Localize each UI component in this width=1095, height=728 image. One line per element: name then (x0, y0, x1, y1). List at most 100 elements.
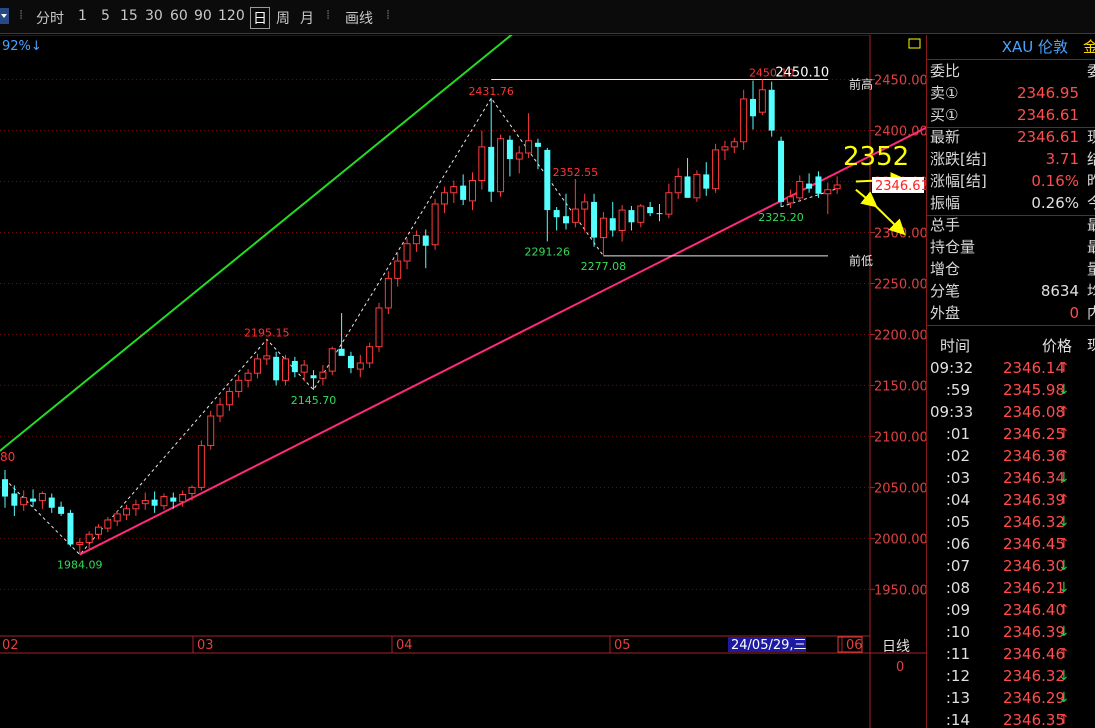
symbol-title: XAU 伦敦 (1001, 38, 1068, 56)
quote-row-value: 0.26% (1031, 194, 1079, 212)
tick-time: :10 (945, 623, 970, 641)
quote-row-ext: 昨 (1087, 170, 1095, 192)
candle-body-up (225, 391, 233, 406)
tick-price: 2346.14 (1002, 359, 1065, 377)
period-button-30min[interactable]: 30 (145, 8, 163, 24)
tick-up-arrow-icon: ↑ (1058, 602, 1070, 618)
chart-background (0, 35, 926, 728)
quote-row-value: 2346.61 (1016, 128, 1079, 146)
period-button-intraday[interactable]: 分时 (36, 8, 64, 28)
tick-price: 2346.36 (1002, 447, 1065, 465)
quote-row: 涨跌[结] 3.71 结 (927, 148, 1095, 170)
candle-body-up (244, 372, 252, 381)
tick-time: :04 (945, 491, 970, 509)
quote-row-label: 涨跌[结] (930, 150, 987, 168)
candle-body-down (310, 375, 317, 379)
y-tick-label: 2450.00 (874, 74, 926, 89)
period-button-day[interactable]: 日 (250, 7, 270, 29)
candle-body-up (824, 189, 832, 195)
tick-time: :59 (945, 381, 970, 399)
quote-row-ext: 均 (1087, 280, 1095, 302)
candle-body-up (581, 201, 589, 210)
period-button-15min[interactable]: 15 (120, 8, 138, 24)
candle-body-up (665, 192, 673, 215)
quote-row-label: 涨幅[结] (930, 172, 987, 190)
candle-body-up (375, 307, 383, 348)
quote-row: 振幅 0.26% 今 (927, 192, 1095, 214)
x-tick-label: 05 (614, 638, 631, 653)
ticks-header: 时间 价格现 (927, 335, 1095, 357)
period-button-120min[interactable]: 120 (218, 8, 245, 24)
candle-body-up (95, 526, 102, 535)
x-tick-label: 06 (846, 638, 863, 653)
candle-body-down (488, 146, 495, 192)
period-button-month[interactable]: 月 (300, 8, 314, 28)
candle-body-up (571, 208, 579, 223)
y-tick-label: 2100.00 (874, 430, 926, 445)
quote-row-ext: 量 (1087, 258, 1095, 280)
candle-body-down (656, 213, 663, 215)
price-label: 2325.20 (758, 211, 804, 224)
tick-price: 2346.29 (1002, 689, 1065, 707)
tick-price: 2346.30 (1002, 557, 1065, 575)
quote-row-label: 外盘 (930, 304, 961, 322)
period-button-1min[interactable]: 1 (78, 8, 87, 24)
y-tick-label: 2050.00 (874, 481, 926, 496)
tick-row: :08 2346.21 ↓ (927, 577, 1095, 599)
candle-body-up (104, 519, 112, 529)
period-button-week[interactable]: 周 (276, 8, 290, 28)
quote-row: 委比 委 (927, 60, 1095, 82)
tick-price: 2346.32 (1002, 667, 1065, 685)
candle-body-down (563, 216, 569, 224)
candle-body-down (460, 185, 467, 200)
toolbar-separator: ⁞ (326, 8, 331, 23)
candle-body-up (216, 404, 224, 417)
toolbar-separator: ⁞ (19, 8, 24, 23)
tick-price: 2346.40 (1002, 601, 1065, 619)
tick-time: :07 (945, 557, 970, 575)
quote-row: 最新 2346.61 现 (927, 126, 1095, 148)
quote-row: 买① 2346.61 (927, 104, 1095, 126)
quote-row-label: 持仓量 (930, 238, 976, 256)
tick-price: 2346.45 (1002, 535, 1065, 553)
toolbar-separator: ⁞ (386, 8, 391, 23)
candle-body-down (628, 210, 635, 223)
tick-up-arrow-icon: ↑ (1058, 646, 1070, 662)
dropdown-button[interactable] (0, 8, 9, 24)
candlestick-chart[interactable]: 1950.00 2000.00 2050.00 2100.00 2150.00 2200.… (0, 35, 926, 728)
candle-body-down (67, 512, 74, 545)
quote-row-label: 总手 (930, 216, 961, 234)
y-tick-label: 2200.00 (874, 328, 926, 343)
candle-body-up (20, 497, 28, 506)
candle-body-up (188, 486, 196, 494)
candle-body-up (478, 146, 486, 182)
price-label: 2450.10 (775, 65, 829, 80)
tick-row: :12 2346.32 ↓ (927, 665, 1095, 687)
draw-line-button[interactable]: 画线 (345, 8, 373, 28)
tick-row: :09 2346.40 ↑ (927, 599, 1095, 621)
candle-body-up (796, 181, 804, 199)
tick-down-arrow-icon: ↓ (1058, 690, 1070, 706)
tick-time: :05 (945, 513, 970, 531)
candle-body-up (253, 358, 261, 374)
candle-body-down (778, 140, 785, 202)
period-button-90min[interactable]: 90 (194, 8, 212, 24)
volume-axis-title: 日线 (882, 639, 910, 655)
previous-high-label: 前高 (849, 76, 873, 91)
candle-body-down (347, 355, 354, 369)
volume-axis-value: 0 (896, 660, 904, 675)
candle-body-up (263, 355, 271, 360)
tick-row: :14 2346.35 ↑ (927, 709, 1095, 728)
tick-up-arrow-icon: ↑ (1058, 448, 1070, 464)
quote-row-value: 0.16% (1031, 172, 1079, 190)
period-button-5min[interactable]: 5 (101, 8, 110, 24)
candle-body-up (431, 203, 439, 246)
candle-body-up (440, 192, 448, 205)
candle-body-up (85, 533, 93, 543)
candle-body-down (750, 98, 756, 117)
candle-body-up (197, 445, 205, 488)
candle-body-up (366, 346, 374, 364)
candle-body-down (806, 183, 813, 189)
quote-row-value: 8634 (1040, 282, 1079, 300)
period-button-60min[interactable]: 60 (170, 8, 188, 24)
